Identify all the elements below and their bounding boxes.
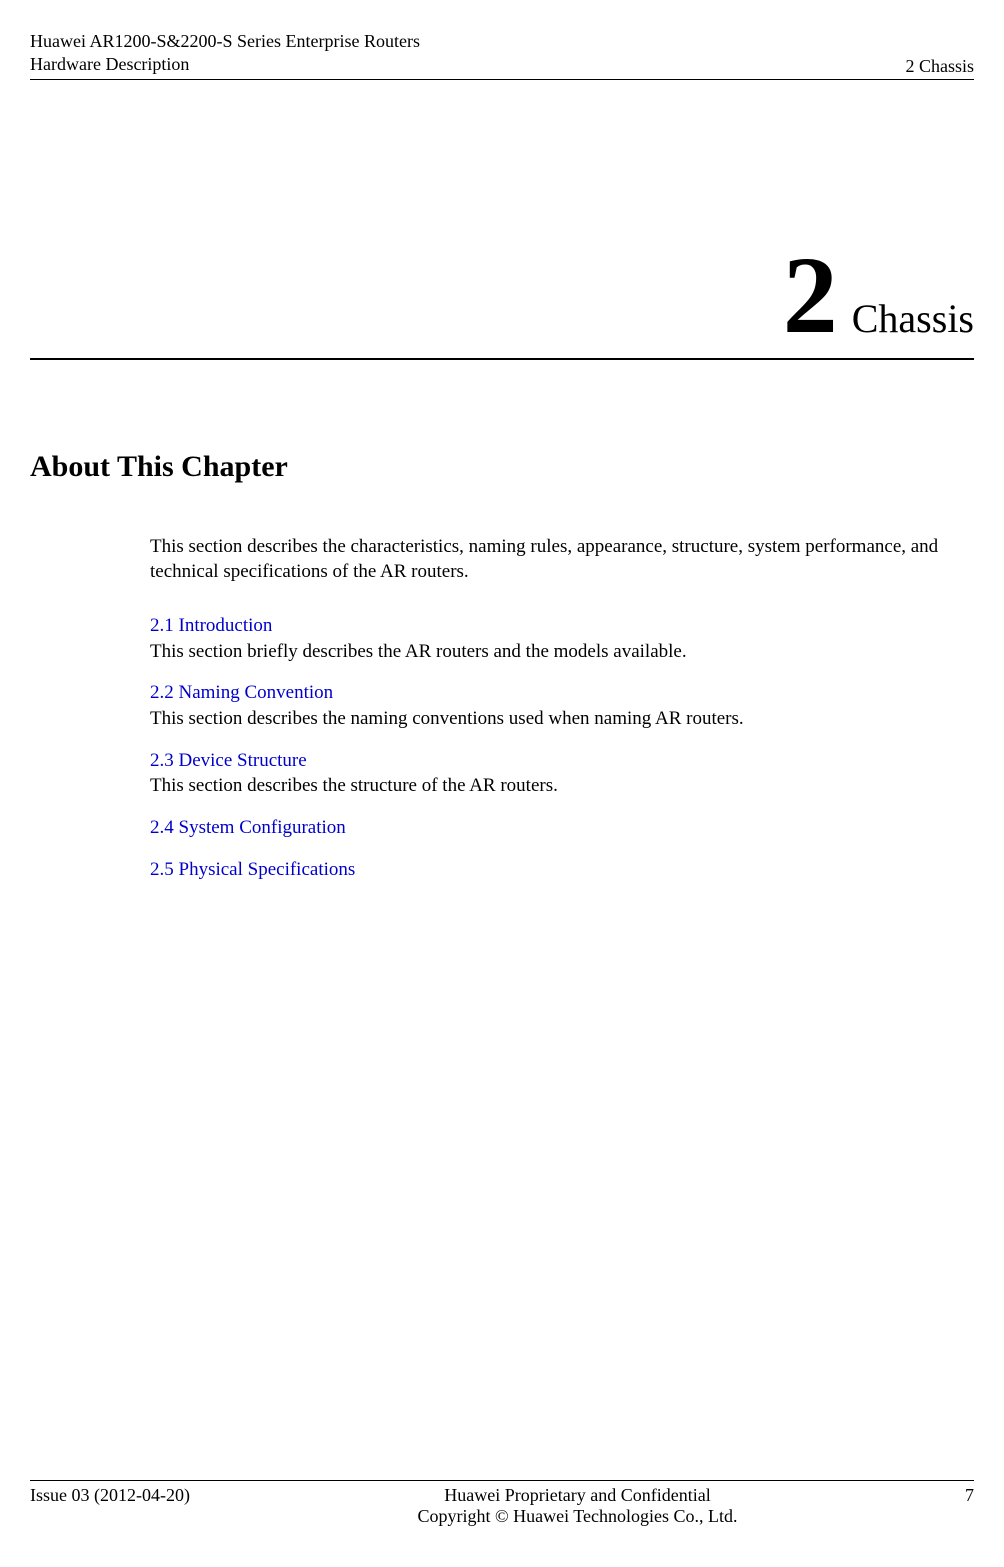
footer-issue: Issue 03 (2012-04-20): [30, 1485, 190, 1506]
toc-link-naming-convention[interactable]: 2.2 Naming Convention: [150, 682, 333, 703]
toc-desc: This section describes the structure of …: [150, 775, 558, 796]
doc-title-line2: Hardware Description: [30, 53, 420, 76]
toc-item: 2.1 Introduction This section briefly de…: [150, 613, 964, 664]
header-right: 2 Chassis: [905, 56, 974, 77]
toc-item: 2.2 Naming Convention This section descr…: [150, 680, 964, 731]
footer-copyright: Copyright © Huawei Technologies Co., Ltd…: [190, 1506, 965, 1527]
doc-title-line1: Huawei AR1200-S&2200-S Series Enterprise…: [30, 30, 420, 53]
header-left: Huawei AR1200-S&2200-S Series Enterprise…: [30, 30, 420, 77]
toc-desc: This section briefly describes the AR ro…: [150, 641, 687, 662]
toc-link-system-configuration[interactable]: 2.4 System Configuration: [150, 817, 346, 838]
footer-page-number: 7: [965, 1485, 974, 1506]
page-header: Huawei AR1200-S&2200-S Series Enterprise…: [30, 30, 974, 80]
chapter-number: 2: [783, 240, 838, 350]
toc-desc: This section describes the naming conven…: [150, 708, 744, 729]
toc-link-introduction[interactable]: 2.1 Introduction: [150, 615, 272, 636]
chapter-title: Chassis: [852, 295, 974, 342]
footer-proprietary: Huawei Proprietary and Confidential: [190, 1485, 965, 1506]
intro-paragraph: This section describes the characteristi…: [150, 534, 964, 585]
content-area: This section describes the characteristi…: [150, 534, 964, 882]
toc-link-device-structure[interactable]: 2.3 Device Structure: [150, 750, 307, 771]
toc-item: 2.5 Physical Specifications: [150, 857, 964, 883]
toc-link-physical-specifications[interactable]: 2.5 Physical Specifications: [150, 859, 355, 880]
footer-center: Huawei Proprietary and Confidential Copy…: [190, 1485, 965, 1527]
page-footer: Issue 03 (2012-04-20) Huawei Proprietary…: [30, 1480, 974, 1527]
toc-item: 2.3 Device Structure This section descri…: [150, 748, 964, 799]
toc-item: 2.4 System Configuration: [150, 815, 964, 841]
chapter-heading: 2 Chassis: [30, 240, 974, 360]
section-heading: About This Chapter: [30, 450, 974, 484]
